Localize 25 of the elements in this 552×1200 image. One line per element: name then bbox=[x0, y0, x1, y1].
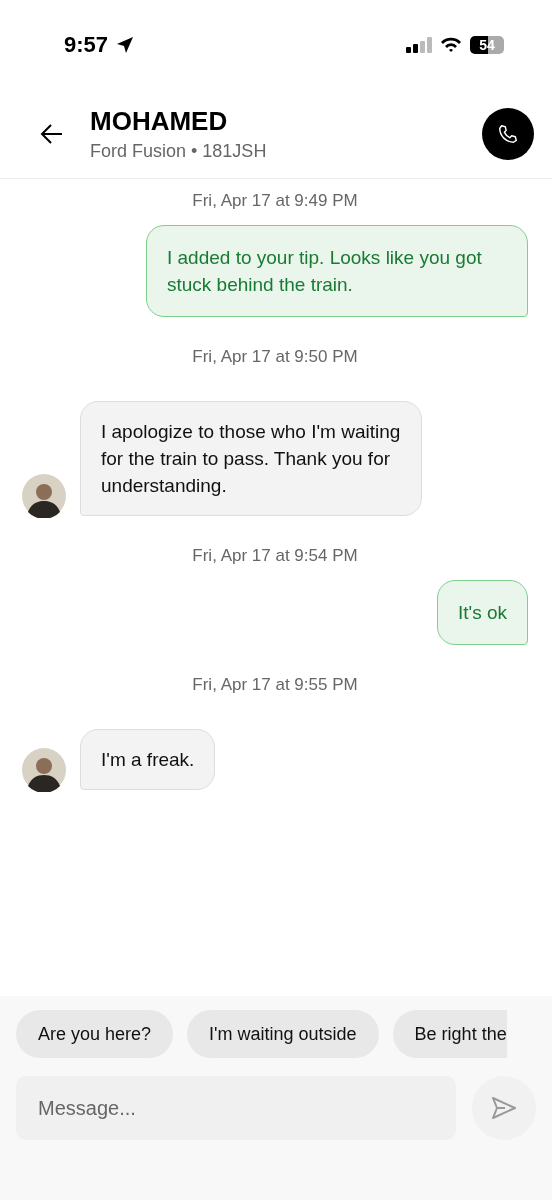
quick-reply-chip[interactable]: I'm waiting outside bbox=[187, 1010, 379, 1058]
message-timestamp: Fri, Apr 17 at 9:54 PM bbox=[192, 546, 358, 566]
message-timestamp: Fri, Apr 17 at 9:55 PM bbox=[192, 675, 358, 695]
wifi-icon bbox=[440, 37, 462, 53]
back-arrow-icon bbox=[40, 123, 64, 145]
quick-reply-chip[interactable]: Are you here? bbox=[16, 1010, 174, 1058]
avatar bbox=[22, 474, 66, 518]
send-icon bbox=[491, 1096, 517, 1120]
call-button[interactable] bbox=[482, 108, 534, 160]
signal-icon bbox=[406, 37, 432, 53]
avatar bbox=[22, 748, 66, 792]
contact-name: MOHAMED bbox=[90, 106, 229, 137]
message-timestamp: Fri, Apr 17 at 9:49 PM bbox=[192, 191, 358, 211]
location-arrow-icon bbox=[116, 36, 135, 54]
outgoing-message: I added to your tip. Looks like you got stuck behind the train. bbox=[146, 225, 528, 317]
quick-reply-chip[interactable]: Be right the bbox=[392, 1010, 507, 1058]
incoming-message: I'm a freak. bbox=[80, 729, 216, 790]
message-timestamp: Fri, Apr 17 at 9:50 PM bbox=[192, 347, 358, 367]
phone-icon bbox=[497, 123, 519, 145]
message-field[interactable]: Message... bbox=[16, 1076, 456, 1140]
incoming-message: I apologize to those who I'm waiting for the train to pass. Thank you for understanding. bbox=[80, 401, 422, 516]
back-button[interactable] bbox=[40, 123, 64, 145]
outgoing-message: It's ok bbox=[436, 580, 528, 645]
status-time: 9:57 bbox=[64, 32, 109, 58]
vehicle-info: Ford Fusion • 181JSH bbox=[90, 141, 268, 162]
